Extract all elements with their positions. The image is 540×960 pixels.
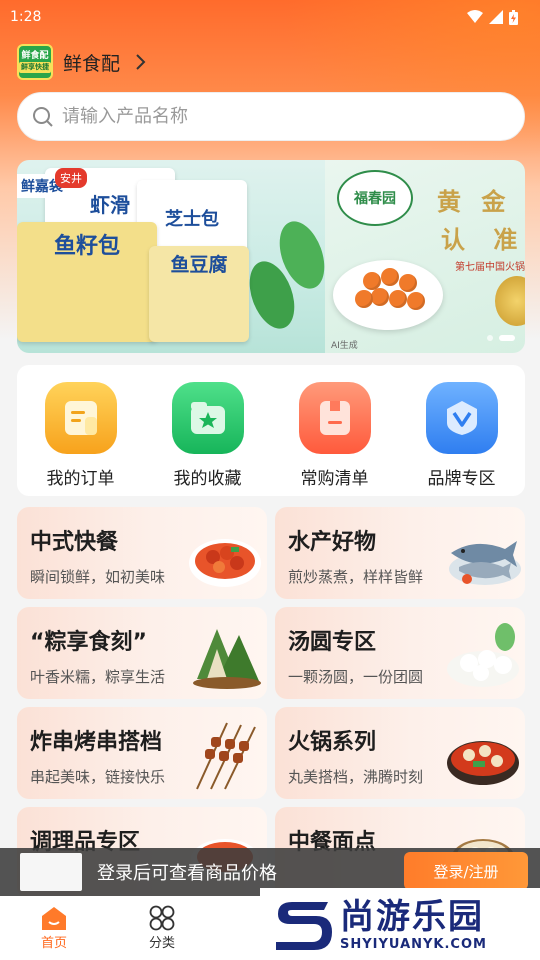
medal-icon [495, 276, 525, 326]
order-icon [44, 382, 117, 454]
quick-menu: 我的订单 我的收藏 常购清单 品牌专区 [17, 365, 525, 496]
carousel-indicator [487, 335, 515, 341]
banner-headline: 黄 金 脆 [437, 188, 525, 216]
fishball [381, 268, 399, 286]
watermark-url: SHYIYUANYK.COM [340, 936, 487, 952]
logo-text: 鲜食配 [21, 51, 49, 61]
site-watermark: 尚游乐园 SHYIYUANYK.COM [260, 888, 540, 960]
food-plate [333, 260, 443, 330]
search-icon [33, 106, 53, 127]
frequent-list-icon [298, 382, 371, 454]
quick-item-label: 我的订单 [46, 469, 115, 489]
category-card-hotpot[interactable]: 火锅系列 丸美搭档，沸腾时刻 [275, 707, 525, 799]
search-input[interactable] [62, 106, 502, 127]
category-card-skewers[interactable]: 炸串烤串搭档 串起美味，链接快乐 [17, 707, 267, 799]
home-icon [42, 907, 66, 930]
status-time: 1:28 [10, 9, 42, 25]
ai-generated-mark: AI生成 [331, 341, 358, 351]
login-thumbnail [20, 853, 82, 891]
quick-item-brand-zone[interactable]: 品牌专区 [412, 382, 512, 489]
quick-item-orders[interactable]: 我的订单 [31, 382, 131, 489]
brand-zone-icon [425, 382, 498, 454]
promo-banner[interactable]: 虾滑 芝士包 鱼籽包 鱼豆腐 鲜嘉袋 安井 福春园 黄 金 脆 认 准 福 第七… [17, 160, 525, 353]
tab-label: 首页 [40, 936, 67, 951]
battery-icon [509, 9, 518, 25]
category-icon [149, 905, 175, 931]
carousel-dot-active[interactable] [499, 335, 515, 341]
store-logo: 鲜食配 鲜享快捷 [17, 44, 53, 80]
fishball [371, 288, 389, 306]
quick-item-label: 常购清单 [300, 469, 369, 489]
chevron-right-icon [136, 54, 146, 70]
package-label: 芝士包 [165, 208, 219, 230]
logo-subtext: 鲜享快捷 [19, 62, 51, 73]
zongzi-image [193, 629, 261, 689]
category-card-zongzi[interactable]: “粽享食刻” 叶香米糯，粽享生活 [17, 607, 267, 699]
banner-slide-1[interactable]: 虾滑 芝士包 鱼籽包 鱼豆腐 鲜嘉袋 安井 [17, 160, 333, 353]
banner-slide-2[interactable]: 福春园 黄 金 脆 认 准 福 第七届中国火锅 AI生成 [325, 160, 525, 353]
product-package: 鱼籽包 [17, 222, 157, 342]
login-prompt-text: 登录后可查看商品价格 [97, 863, 277, 884]
award-text: 第七届中国火锅 [455, 262, 525, 273]
status-bar: 1:28 [0, 0, 540, 34]
carousel-dot[interactable] [487, 335, 493, 341]
brand-logo: 福春园 [337, 170, 413, 226]
tab-category[interactable]: 分类 [108, 896, 216, 960]
banner-headline-2: 认 准 福 [441, 226, 525, 254]
search-bar[interactable] [17, 92, 525, 141]
status-icons [467, 9, 518, 25]
skewers-image [196, 722, 256, 790]
watermark-logo-icon [276, 902, 332, 950]
fishball [407, 292, 425, 310]
category-card-seafood[interactable]: 水产好物 煎炒蒸煮，样样皆鲜 [275, 507, 525, 599]
favorite-icon [171, 382, 244, 454]
category-card-chinese-fast-food[interactable]: 中式快餐 瞬间锁鲜，如初美味 [17, 507, 267, 599]
category-grid: 中式快餐 瞬间锁鲜，如初美味 水产好物 煎炒蒸煮，样样皆鲜 “粽享食刻” 叶香米… [17, 507, 525, 899]
fishball [399, 274, 417, 292]
fishball [355, 290, 373, 308]
login-register-button[interactable]: 登录/注册 [404, 852, 528, 890]
seafood-image [449, 541, 521, 585]
sweet-sour-pork-image [189, 539, 261, 587]
quick-item-favorites[interactable]: 我的收藏 [158, 382, 258, 489]
hotpot-image [447, 741, 519, 785]
package-label: 鱼豆腐 [170, 254, 228, 276]
package-label: 鱼籽包 [53, 234, 120, 259]
tab-label: 分类 [148, 936, 175, 951]
category-card-tangyuan[interactable]: 汤圆专区 一颗汤圆，一份团圆 [275, 607, 525, 699]
fishball [389, 290, 407, 308]
store-selector[interactable]: 鲜食配 鲜享快捷 鲜食配 [17, 44, 146, 80]
quick-item-label: 品牌专区 [427, 469, 496, 489]
signal-icon [489, 10, 503, 24]
quick-item-label: 我的收藏 [173, 469, 242, 489]
quick-item-frequent-list[interactable]: 常购清单 [285, 382, 385, 489]
tangyuan-image [447, 623, 519, 687]
brand-badge: 安井 [55, 168, 87, 188]
tab-home[interactable]: 首页 [0, 896, 108, 960]
wifi-icon [467, 10, 483, 23]
product-package: 鱼豆腐 [149, 246, 249, 342]
store-name: 鲜食配 [63, 52, 121, 75]
watermark-title: 尚游乐园 [340, 896, 484, 937]
package-label: 虾滑 [90, 192, 130, 217]
